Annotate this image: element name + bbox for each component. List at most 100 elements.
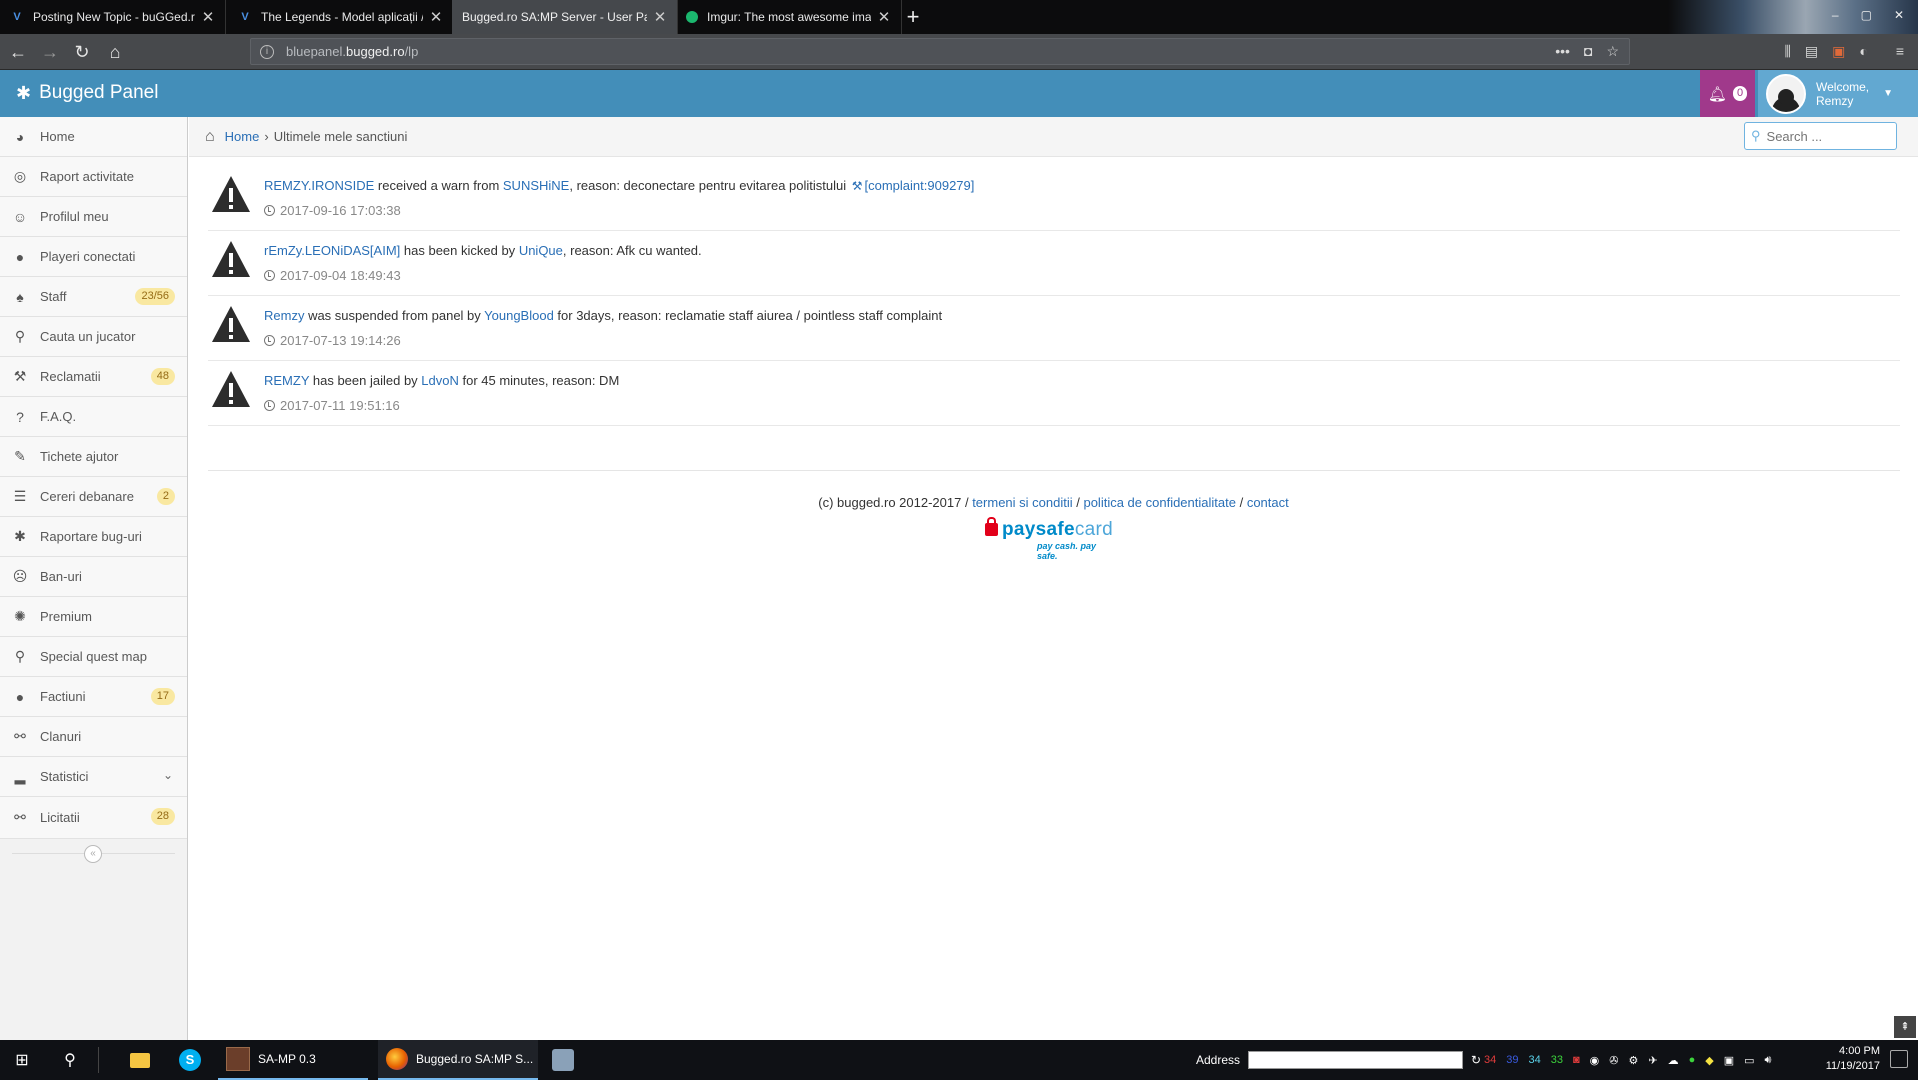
tray-value: 34 [1484,1054,1497,1066]
sidebar-item-licitatii[interactable]: ⚯ Licitatii 28 [0,797,187,839]
notifications-button[interactable]: 🔔︎ 0 [1700,70,1755,117]
volume-icon[interactable]: 🔊︎ [1765,1054,1772,1067]
tray-app-icon[interactable]: ✈ [1648,1054,1657,1067]
skype-icon[interactable]: S [172,1040,208,1080]
scroll-to-top-button[interactable]: ⇞ [1894,1016,1916,1038]
taskbar-app-generic[interactable] [548,1040,578,1080]
sidebar-item-home[interactable]: ◕ Home [0,117,187,157]
action-center-icon[interactable] [1890,1050,1908,1068]
privacy-link[interactable]: politica de confidentialitate [1083,495,1236,510]
minimize-icon[interactable]: – [1832,8,1839,22]
close-icon[interactable]: ✕ [877,8,891,26]
library-icon[interactable]: ⫼ [1784,43,1790,60]
maximize-icon[interactable]: ▢ [1861,8,1872,22]
sidebar-item-staff[interactable]: ♠ Staff 23/56 [0,277,187,317]
taskbar-app-firefox[interactable]: Bugged.ro SA:MP S... [378,1040,538,1080]
player-link[interactable]: REMZY [264,373,309,388]
tray-app-icon[interactable]: ◙ [1573,1054,1580,1066]
tray-app-icon[interactable]: ✇ [1609,1054,1618,1067]
forward-icon[interactable]: → [38,40,62,64]
complaint-link[interactable]: [complaint:909279] [865,178,975,193]
address-input[interactable] [1248,1051,1464,1069]
sidebar-item-tichete-ajutor[interactable]: ✎ Tichete ajutor [0,437,187,477]
tray-app-icon[interactable]: ⚙ [1628,1054,1638,1067]
warning-icon [212,371,250,407]
browser-tab[interactable]: Imgur: The most awesome ima ✕ [676,0,902,34]
tray-app-icon[interactable]: ◆ [1705,1054,1713,1067]
collapse-sidebar-icon[interactable]: « [84,845,102,863]
system-clock[interactable]: 4:00 PM 11/19/2017 [1826,1044,1880,1074]
signal-icon: ▂ [14,768,26,784]
browser-tab[interactable]: V Posting New Topic - buGGed.ro ✕ [0,0,226,34]
sidebar-item-ban-uri[interactable]: ☹ Ban-uri [0,557,187,597]
warning-icon [212,241,250,277]
sidebar-item-raport-activitate[interactable]: ◎ Raport activitate [0,157,187,197]
sidebar-item-reclamatii[interactable]: ⚒ Reclamatii 48 [0,357,187,397]
breadcrumb-home-link[interactable]: Home [225,129,260,144]
extension-icon[interactable]: ▣ [1832,43,1845,60]
taskbar-app-samp[interactable]: SA-MP 0.3 [218,1040,368,1080]
admin-link[interactable]: YoungBlood [484,308,554,323]
admin-link[interactable]: UniQue [519,243,563,258]
address-bar[interactable]: i bluepanel.bugged.ro/lp ••• ◘ ☆ [250,38,1630,65]
search-icon[interactable]: ⚲ [48,1040,92,1080]
timestamp: 2017-09-04 18:49:43 [264,268,401,283]
sidebar-item-profilul-meu[interactable]: ☺ Profilul meu [0,197,187,237]
page-actions-icon[interactable]: ••• [1555,43,1570,60]
sidebar-icon[interactable]: ▤ [1805,43,1818,60]
steam-icon[interactable]: ◉ [1590,1054,1600,1067]
system-tray: 34 39 34 33 ◙ ◉ ✇ ⚙ ✈ ☁ ● ◆ ▣ ▭ 🔊︎ [1484,1040,1771,1080]
player-link[interactable]: REMZY.IRONSIDE [264,178,374,193]
admin-link[interactable]: SUNSHiNE [503,178,569,193]
search-input[interactable] [1766,128,1877,144]
pocket-icon[interactable]: ◘ [1584,43,1592,60]
tray-app-icon[interactable]: ● [1689,1054,1696,1066]
info-icon[interactable]: i [260,44,274,59]
back-icon[interactable]: ← [6,40,30,64]
contact-link[interactable]: contact [1247,495,1289,510]
admin-link[interactable]: LdvoN [421,373,459,388]
sidebar-item-special-quest-map[interactable]: ⚲ Special quest map [0,637,187,677]
close-icon[interactable]: ✕ [429,8,443,26]
file-explorer-icon[interactable] [122,1040,158,1080]
sidebar-item-premium[interactable]: ✺ Premium [0,597,187,637]
caret-down-icon: ▼ [1883,88,1894,99]
close-icon[interactable]: ✕ [653,8,667,26]
sidebar-item-raportare-bug[interactable]: ✱ Raportare bug-uri [0,517,187,557]
network-icon[interactable]: ▭ [1744,1054,1754,1067]
menu-icon[interactable]: ≡ [1896,43,1904,60]
player-link[interactable]: rEmZy.LEONiDAS[AIM] [264,243,400,258]
bug-icon: ✱ [16,82,32,103]
new-tab-button[interactable]: + [900,4,926,30]
logo-tagline: pay cash. pay safe. [1037,541,1097,561]
sanction-text: REMZY has been jailed by LdvoN for 45 mi… [264,373,619,388]
refresh-icon[interactable]: ↻ [1471,1053,1481,1067]
terms-link[interactable]: termeni si conditii [972,495,1072,510]
user-menu[interactable]: Welcome, Remzy ▼ [1758,70,1918,117]
home-icon[interactable]: ⌂ [103,40,127,64]
brand-link[interactable]: ✱ Bugged Panel [16,82,158,104]
close-icon[interactable]: ✕ [201,8,215,26]
sidebar-item-cauta-jucator[interactable]: ⚲ Cauta un jucator [0,317,187,357]
cloud-icon[interactable]: ☁ [1668,1054,1679,1067]
close-window-icon[interactable]: ✕ [1894,8,1904,22]
sidebar-item-cereri-debanare[interactable]: ☰ Cereri debanare 2 [0,477,187,517]
browser-nav-bar: ← → ↻ ⌂ i bluepanel.bugged.ro/lp ••• ◘ ☆… [0,34,1918,70]
sidebar-item-statistici[interactable]: ▂ Statistici ⌄ [0,757,187,797]
tray-app-icon[interactable]: ▣ [1724,1054,1734,1067]
player-link[interactable]: Remzy [264,308,304,323]
browser-tab[interactable]: V The Legends - Model aplicații / ✕ [228,0,454,34]
site-icon [686,11,698,23]
sync-icon[interactable]: ◐ [1859,43,1867,60]
sidebar-item-clanuri[interactable]: ⚯ Clanuri [0,717,187,757]
windows-start-icon[interactable]: ⊞ [0,1040,44,1080]
sanction-reason: for 3days, reason: reclamatie staff aiur… [553,308,943,323]
bookmark-star-icon[interactable]: ☆ [1606,43,1619,60]
reload-icon[interactable]: ↻ [70,40,94,64]
sidebar-item-faq[interactable]: ? F.A.Q. [0,397,187,437]
dashboard-icon: ◕ [15,128,25,145]
search-icon: ⚲ [14,328,26,344]
sidebar-item-playeri-conectati[interactable]: ● Playeri conectati [0,237,187,277]
browser-tab-active[interactable]: Bugged.ro SA:MP Server - User Pan ✕ [452,0,678,34]
sidebar-item-factiuni[interactable]: ● Factiuni 17 [0,677,187,717]
